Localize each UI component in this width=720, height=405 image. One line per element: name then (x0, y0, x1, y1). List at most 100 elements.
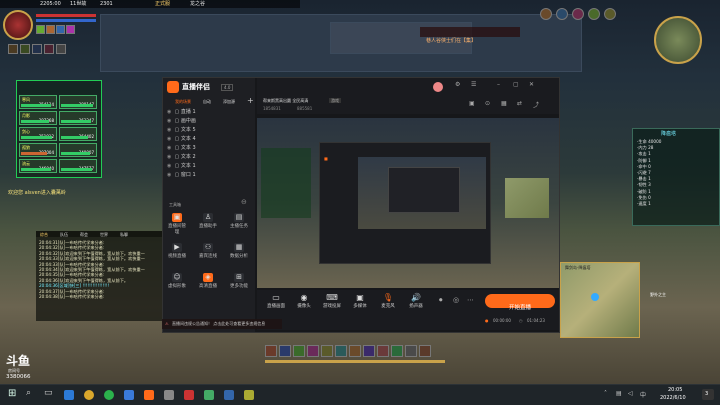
chat-tab-team[interactable]: 队伍 (60, 232, 68, 237)
camera-button[interactable]: ◉ 摄像头 (293, 293, 315, 309)
party-member-3b[interactable]: 364402 (59, 127, 97, 141)
maximize-icon[interactable]: ▢ (513, 81, 519, 88)
tool-guest[interactable]: ⚇ 嘉宾连线 (198, 243, 218, 259)
app-icon[interactable] (124, 390, 134, 400)
notification-button[interactable]: 3 (702, 389, 714, 400)
source-item[interactable]: ◉ ▢ 文本 4 (167, 135, 251, 144)
network-icon[interactable]: ▤ (616, 390, 622, 397)
record-icon[interactable]: ⊙ (485, 100, 490, 107)
party-member-3[interactable]: 剑心351912 (19, 127, 57, 141)
wechat-icon[interactable] (204, 390, 214, 400)
minimap[interactable] (654, 16, 702, 64)
clock-time[interactable]: 20:05 (668, 387, 682, 393)
stream-title[interactable]: 帮来斯黑高出圆 全民高清 (263, 98, 308, 103)
skill-slot[interactable] (419, 345, 431, 357)
player-avatar[interactable] (3, 10, 33, 40)
more-options-icon[interactable]: ⋯ (467, 296, 474, 304)
start-live-button[interactable]: 开始直播 (485, 294, 555, 311)
collapse-icon[interactable]: ⊖ (241, 198, 247, 206)
skill-slot[interactable] (377, 345, 389, 357)
game-cast-button[interactable]: ⌨ 游戏投屏 (321, 293, 343, 309)
tool-icon[interactable] (244, 390, 254, 400)
party-member-1b[interactable]: 380147 (59, 95, 97, 109)
browser-icon[interactable] (84, 390, 94, 400)
windows-start-icon[interactable]: ⊞ (8, 388, 16, 399)
skill-slot[interactable] (349, 345, 361, 357)
notifications-icon[interactable]: ☰ (471, 81, 476, 88)
task-view-icon[interactable]: ▭ (44, 388, 53, 398)
chat-tab-private[interactable]: 私聊 (120, 232, 128, 237)
party-member-4b[interactable]: 340007 (59, 143, 97, 157)
live-streamer-window[interactable]: 直播伴侣 4.0 我的场景 自动 添加源 + ◉ ▢ 直播 1 ◉ ▢ 画中画 … (162, 77, 560, 333)
chat-panel[interactable]: 综合 队伍 帮会 世界 私聊 20:04:31[队]一布哈传代学来分者: 20:… (36, 231, 162, 321)
tool-more[interactable]: ⊞ 更多功能 (229, 273, 249, 289)
search-icon[interactable]: ⌕ (26, 388, 31, 398)
game-launcher-icon[interactable] (164, 390, 174, 400)
tool-live-helper[interactable]: ♙ 直播助手 (198, 213, 218, 229)
screenshot-icon[interactable]: ▣ (469, 100, 475, 107)
tab-my-scene[interactable]: 我的场景 (175, 99, 191, 104)
chat-tab-world[interactable]: 世界 (100, 232, 108, 237)
share-icon[interactable]: ⤴ (533, 100, 539, 109)
tab-auto[interactable]: 自动 (203, 99, 211, 104)
chrome-icon[interactable] (104, 390, 114, 400)
skill-slot[interactable] (307, 345, 319, 357)
party-member-5b[interactable]: 347577 (59, 159, 97, 173)
tool-room-manage[interactable]: ▣ 直播间管理 (167, 213, 187, 235)
source-item[interactable]: ◉ ▢ 文本 1 (167, 162, 251, 171)
tab-add-source[interactable]: 添加源 (223, 99, 235, 104)
media-button[interactable]: ▣ 多媒体 (349, 293, 371, 309)
chat-tab-guild[interactable]: 帮会 (80, 232, 88, 237)
mic-button[interactable]: 🎙 麦克风 (377, 293, 399, 309)
screen-capture-button[interactable]: ▭ 直播画面 (265, 293, 287, 309)
tool-data[interactable]: ▦ 数据分析 (229, 243, 249, 259)
tool-avatar[interactable]: ☺ 虚拟形象 (167, 273, 187, 289)
party-member-4[interactable]: 孤狼307004 (19, 143, 57, 157)
file-explorer-icon[interactable] (64, 390, 74, 400)
party-member-5[interactable]: 流云346040 (19, 159, 57, 173)
tray-chevron-icon[interactable]: ˄ (604, 390, 607, 397)
skill-slot[interactable] (265, 345, 277, 357)
party-member-1[interactable]: 寒风354134 (19, 95, 57, 109)
close-icon[interactable]: ✕ (529, 81, 534, 88)
settings-icon[interactable]: ⚙ (455, 81, 460, 88)
volume-icon[interactable]: ◁ (628, 390, 633, 397)
streamer-icon[interactable] (144, 390, 154, 400)
skill-slot[interactable] (405, 345, 417, 357)
skill-slot[interactable] (293, 345, 305, 357)
chat-tab-all[interactable]: 综合 (40, 232, 48, 237)
party-member-2[interactable]: 月影387268 (19, 111, 57, 125)
clock-date[interactable]: 2022/6/10 (660, 395, 686, 401)
game-icon[interactable] (184, 390, 194, 400)
microphone-icon: 🎙 (382, 293, 394, 302)
source-item[interactable]: ◉ ▢ 画中画 (167, 117, 251, 126)
world-map[interactable]: 舞剑岛-降瘟塔 (560, 262, 640, 338)
input-method[interactable]: 中 (640, 390, 646, 399)
tool-video-live[interactable]: ▶ 视频直播 (167, 243, 187, 259)
source-item[interactable]: ◉ ▢ 窗口 1 (167, 171, 251, 180)
gift-icon[interactable]: ◎ (453, 296, 459, 304)
violation-notice[interactable]: ⚠ 直播间违规公告通知！ 点击此处可查看更多违规信息 (162, 319, 282, 329)
category-tag[interactable]: 游戏 (329, 98, 341, 103)
stream-preview[interactable]: ■ (257, 118, 559, 288)
add-scene-icon[interactable]: + (247, 96, 254, 105)
skill-slot[interactable] (335, 345, 347, 357)
skill-slot[interactable] (363, 345, 375, 357)
user-avatar[interactable] (433, 82, 443, 92)
qq-icon[interactable] (224, 390, 234, 400)
tool-hd[interactable]: ◈ 高清直播 (198, 273, 218, 289)
skill-slot[interactable] (279, 345, 291, 357)
party-member-2b[interactable]: 363247 (59, 111, 97, 125)
source-item[interactable]: ◉ ▢ 文本 5 (167, 126, 251, 135)
speaker-button[interactable]: 🔊 扬声器 (405, 293, 427, 309)
skill-slot[interactable] (391, 345, 403, 357)
layout-icon[interactable]: ▦ (501, 100, 507, 107)
minimize-icon[interactable]: – (497, 81, 500, 88)
source-item[interactable]: ◉ ▢ 文本 2 (167, 153, 251, 162)
live-settings-icon[interactable]: ⏺ (439, 296, 443, 305)
link-icon[interactable]: ⇄ (517, 100, 522, 107)
tool-tasks[interactable]: ▤ 主播任务 (229, 213, 249, 229)
source-item[interactable]: ◉ ▢ 直播 1 (167, 108, 251, 117)
skill-slot[interactable] (321, 345, 333, 357)
source-item[interactable]: ◉ ▢ 文本 3 (167, 144, 251, 153)
